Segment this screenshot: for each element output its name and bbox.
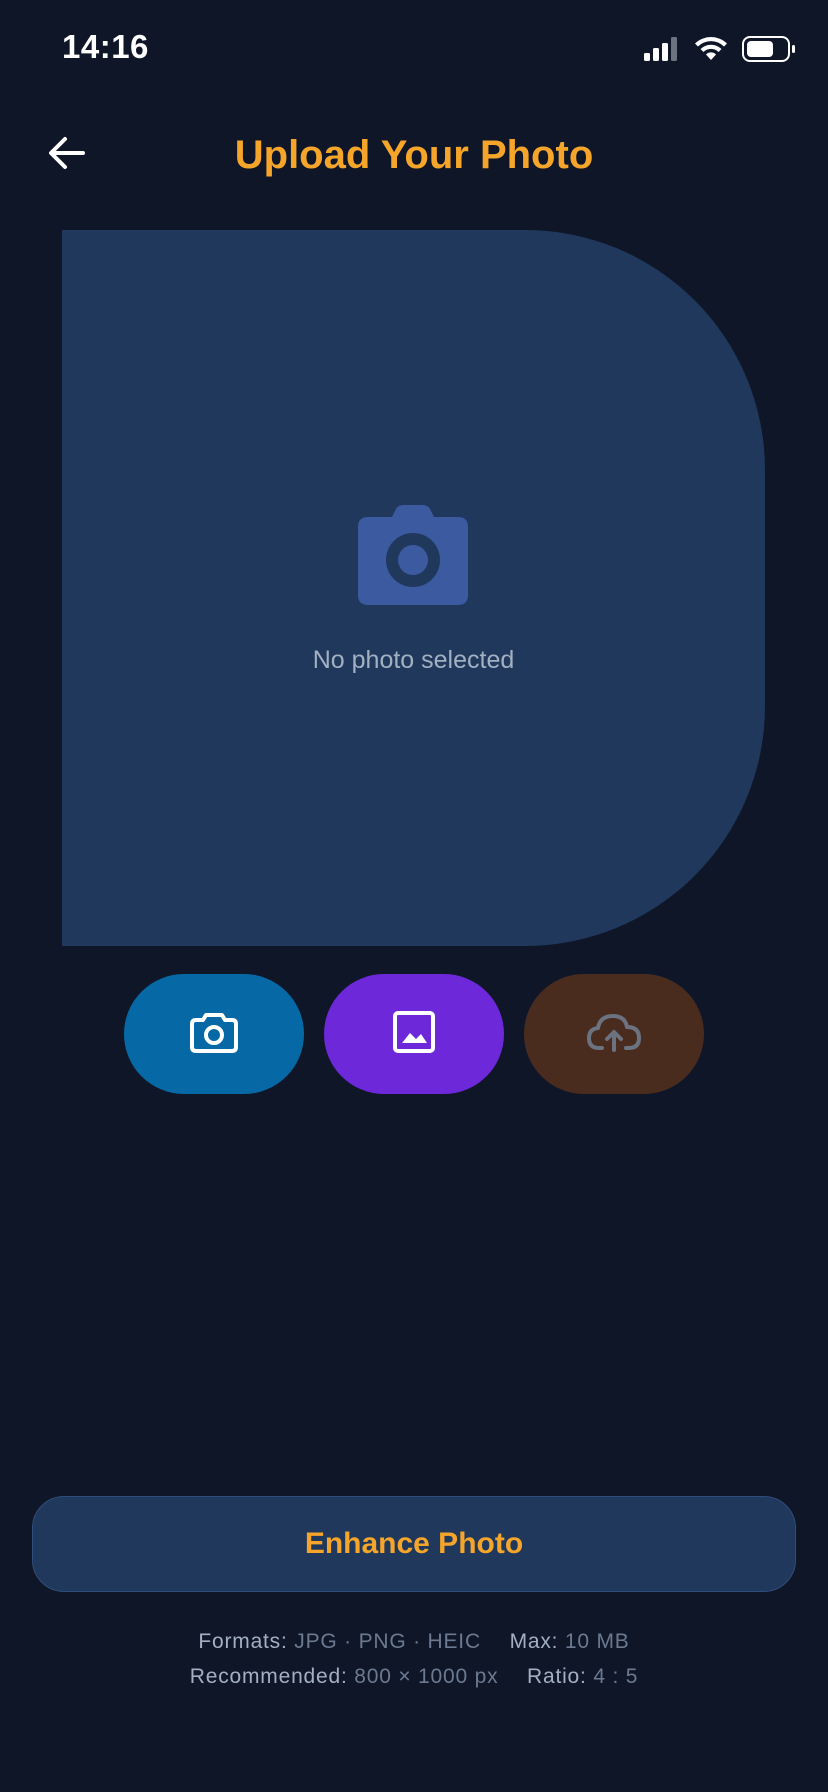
choose-from-gallery-button[interactable] [324, 974, 504, 1094]
format-info: Formats: JPG · PNG · HEIC Max: 10 MB [0, 1630, 828, 1654]
photo-actions [0, 974, 828, 1094]
max-size-label: Max: [509, 1630, 559, 1653]
wifi-icon [694, 36, 728, 62]
status-icons [644, 36, 796, 62]
battery-icon [742, 36, 796, 62]
formats-value: JPG · PNG · HEIC [294, 1630, 481, 1653]
dimension-info: Recommended: 800 × 1000 px Ratio: 4 : 5 [0, 1665, 828, 1689]
status-time: 14:16 [62, 28, 149, 65]
status-bar: 14:16 [0, 0, 828, 100]
ratio-label: Ratio: [527, 1665, 587, 1688]
formats-label: Formats: [198, 1630, 288, 1653]
no-photo-text: No photo selected [312, 646, 515, 674]
camera-outline-icon [190, 1011, 238, 1058]
page-title: Upload Your Photo [234, 133, 594, 177]
photo-preview-area[interactable]: No photo selected [62, 230, 765, 946]
max-size-value: 10 MB [564, 1630, 630, 1653]
image-icon [392, 1010, 436, 1059]
cellular-signal-icon [644, 37, 680, 61]
upload-photo-screen: 14:16 Upload Your Photo No photo selecte… [0, 0, 828, 1792]
recommended-value: 800 × 1000 px [354, 1665, 499, 1688]
take-photo-button[interactable] [124, 974, 304, 1094]
ratio-value: 4 : 5 [593, 1665, 639, 1688]
cloud-upload-icon [587, 1012, 641, 1057]
camera-icon [358, 505, 468, 605]
enhance-photo-label: Enhance Photo [304, 1527, 524, 1560]
upload-button[interactable] [524, 974, 704, 1094]
enhance-photo-button[interactable]: Enhance Photo [32, 1496, 796, 1592]
recommended-label: Recommended: [189, 1665, 348, 1688]
